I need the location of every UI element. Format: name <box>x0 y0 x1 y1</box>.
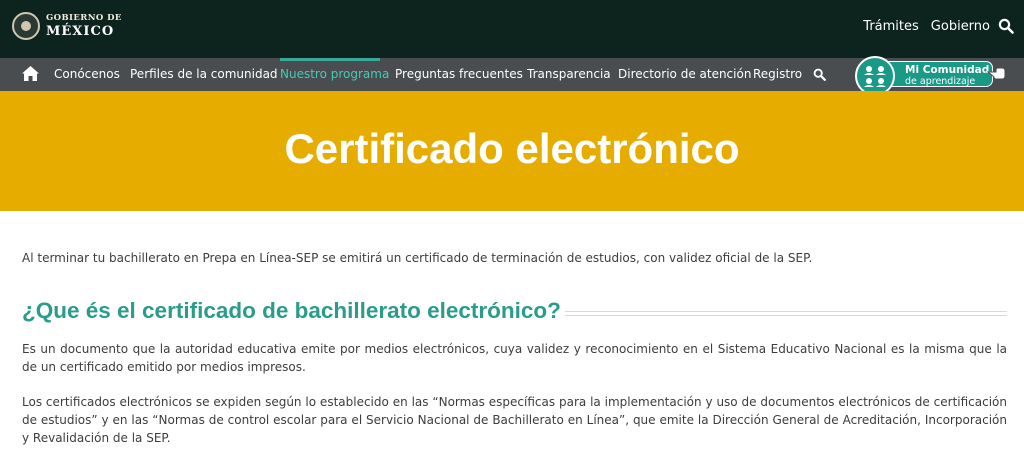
gov-header: GOBIERNO DE MÉXICO Trámites Gobierno <box>0 0 1024 58</box>
section-title: ¿Que és el certificado de bachillerato e… <box>22 298 561 323</box>
national-seal-icon <box>12 12 40 40</box>
nav-item-conocenos[interactable]: Conócenos <box>54 58 120 91</box>
intro-text: Al terminar tu bachillerato en Prepa en … <box>22 251 813 265</box>
page-title: Certificado electrónico <box>284 125 740 172</box>
section-divider <box>565 311 1007 312</box>
nav-item-directorio[interactable]: Directorio de atención <box>618 58 751 91</box>
comunidad-title: Mi Comunidad <box>905 64 990 76</box>
search-icon[interactable] <box>998 18 1014 34</box>
gobierno-link[interactable]: Gobierno <box>931 19 990 34</box>
home-icon[interactable] <box>21 65 40 82</box>
nav-item-nuestro-programa[interactable]: Nuestro programa <box>280 58 389 91</box>
nav-item-perfiles[interactable]: Perfiles de la comunidad <box>130 58 278 91</box>
gov-logo-small: GOBIERNO DE <box>46 13 122 24</box>
paragraph-definition: Es un documento que la autoridad educati… <box>22 342 1007 374</box>
section-divider <box>565 315 1007 316</box>
nav-item-registro[interactable]: Registro <box>753 58 802 91</box>
comunidad-subtitle: de aprendizaje <box>905 76 976 87</box>
pointer-hand-icon <box>987 67 1006 80</box>
tramites-link[interactable]: Trámites <box>863 19 919 34</box>
search-icon[interactable] <box>813 68 826 81</box>
paragraph-normas: Los certificados electrónicos se expiden… <box>22 395 1007 445</box>
community-icon <box>855 56 895 96</box>
nav-item-transparencia[interactable]: Transparencia <box>527 58 611 91</box>
gov-logo[interactable]: GOBIERNO DE MÉXICO <box>12 12 122 40</box>
nav-item-preguntas[interactable]: Preguntas frecuentes <box>395 58 523 91</box>
gov-logo-big: MÉXICO <box>46 23 115 39</box>
mi-comunidad-button[interactable]: Mi Comunidad de aprendizaje <box>855 56 993 96</box>
hero-banner: Certificado electrónico <box>0 91 1024 211</box>
